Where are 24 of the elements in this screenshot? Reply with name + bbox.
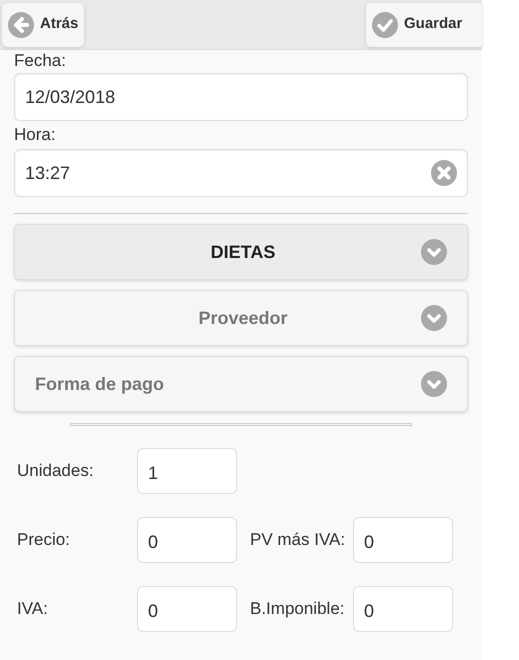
text-field[interactable]: 12/03/2018 [14, 73, 468, 121]
amount-field[interactable]: 0 [353, 586, 453, 632]
amount-label: Precio: [17, 529, 71, 552]
save-button[interactable]: Guardar [366, 2, 482, 46]
section-header[interactable]: DIETAS [14, 224, 468, 280]
back-button[interactable]: Atrás [2, 2, 84, 46]
amount-field[interactable]: 0 [137, 517, 237, 563]
amount-label: PV más IVA: [249, 529, 346, 552]
chevron-down-icon [421, 371, 447, 397]
field-label: Fecha: [14, 51, 67, 71]
amount-label: IVA: [17, 598, 49, 620]
check-icon [372, 12, 398, 38]
clear-icon[interactable] [431, 160, 457, 186]
amount-field[interactable]: 1 [137, 448, 237, 494]
section-header[interactable]: Proveedor [14, 290, 468, 346]
amount-label: B.Imponible: [249, 598, 346, 620]
amount-label: Unidades: [17, 460, 95, 482]
amount-field[interactable]: 0 [137, 586, 237, 632]
chevron-down-icon [421, 305, 447, 331]
text-field[interactable]: 13:27 [14, 149, 468, 197]
section-header[interactable]: Forma de pago [14, 356, 468, 412]
field-label: Hora: [14, 125, 57, 145]
amount-field[interactable]: 0 [353, 517, 453, 563]
chevron-down-icon [421, 239, 447, 265]
